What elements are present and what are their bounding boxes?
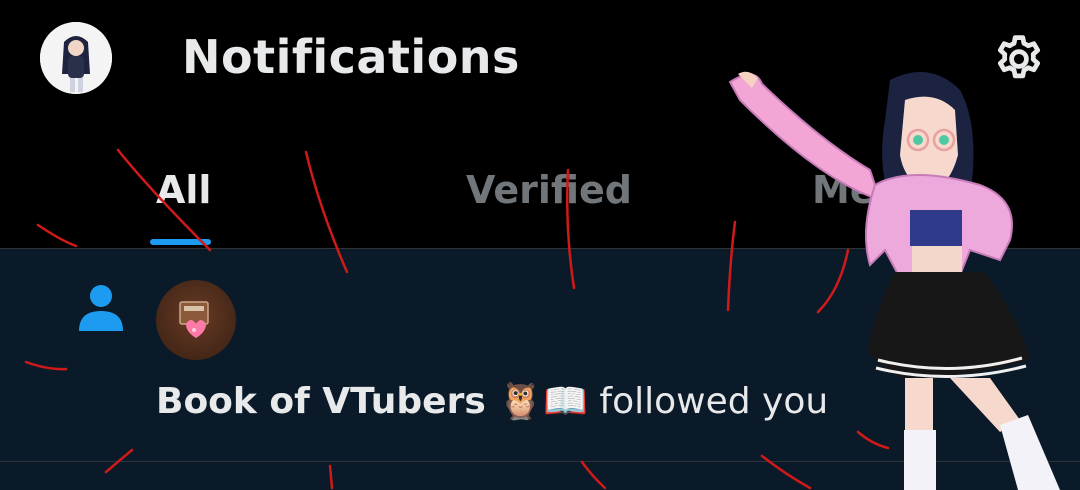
profile-avatar[interactable] xyxy=(40,22,112,94)
page-title: Notifications xyxy=(182,30,520,84)
tab-all[interactable]: All xyxy=(156,168,211,212)
avatar-image xyxy=(40,22,112,94)
vtuber-character-image xyxy=(728,71,1060,490)
active-tab-indicator xyxy=(150,239,211,245)
tab-verified[interactable]: Verified xyxy=(466,168,632,212)
book-avatar-image xyxy=(179,301,209,338)
follower-name[interactable]: Book of VTubers 🦉📖 xyxy=(156,381,588,422)
follower-avatar[interactable] xyxy=(156,280,236,360)
person-icon xyxy=(79,285,123,331)
